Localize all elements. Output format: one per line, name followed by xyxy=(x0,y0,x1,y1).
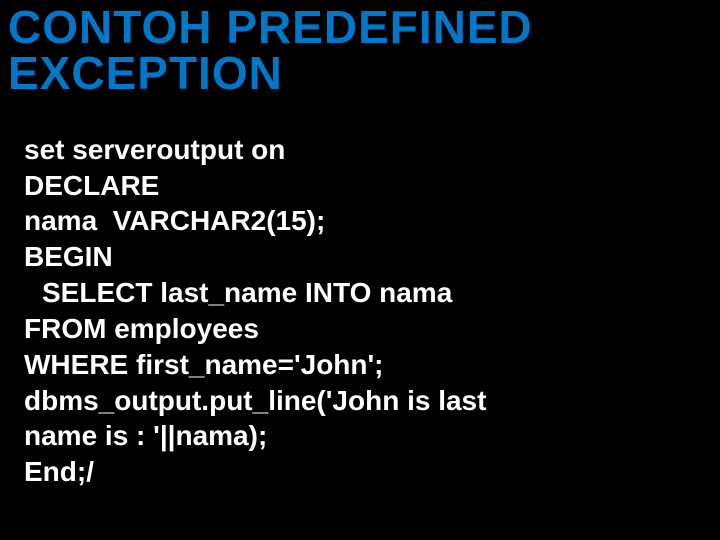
code-line: set serveroutput on xyxy=(24,134,285,165)
title-line-1: CONTOH PREDEFINED xyxy=(8,1,533,53)
code-block: set serveroutput on DECLARE nama VARCHAR… xyxy=(24,96,696,490)
title-line-2: EXCEPTION xyxy=(8,47,283,99)
code-line: WHERE first_name='John'; xyxy=(24,349,384,380)
code-line: End;/ xyxy=(24,456,94,487)
code-line: BEGIN xyxy=(24,241,113,272)
code-line: dbms_output.put_line('John is last xyxy=(24,385,486,416)
code-line: FROM employees xyxy=(24,313,259,344)
code-line: nama VARCHAR2(15); xyxy=(24,205,325,236)
code-line: DECLARE xyxy=(24,170,159,201)
slide-title: CONTOH PREDEFINED EXCEPTION xyxy=(0,0,720,96)
code-line: name is : '||nama); xyxy=(24,420,267,451)
code-line: SELECT last_name INTO nama xyxy=(24,275,452,311)
